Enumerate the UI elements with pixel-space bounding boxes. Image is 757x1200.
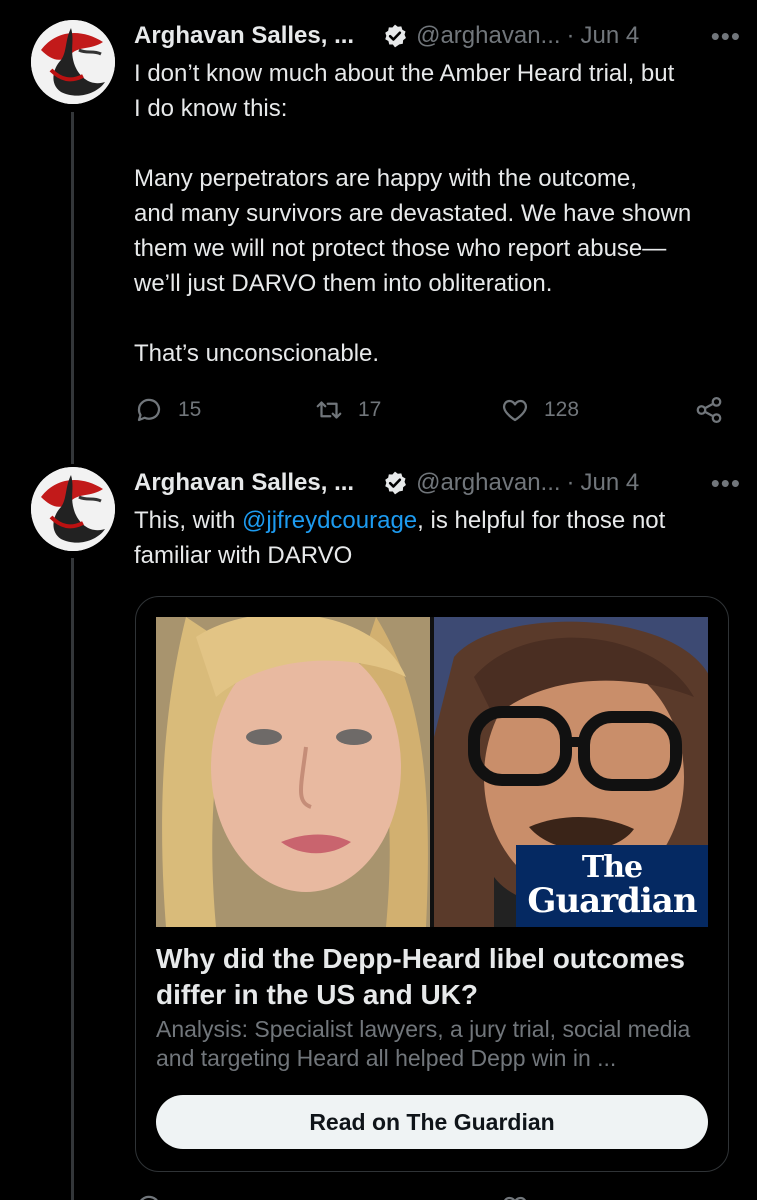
tweet-text-line: Many perpetrators are happy with the out… [134, 165, 637, 192]
article-image-right: The Guardian [434, 617, 708, 927]
article-image-left [156, 617, 430, 927]
brand-line: The [581, 850, 643, 885]
read-on-guardian-button[interactable]: Read on The Guardian [156, 1095, 708, 1149]
thread-line [71, 558, 74, 1200]
like-button[interactable] [500, 1192, 544, 1200]
tweet-text-line: I do know this: [134, 95, 288, 122]
tweet-date[interactable]: Jun 4 [581, 469, 640, 497]
guardian-logo: The Guardian [516, 845, 708, 927]
tweet-text-line: I don’t know much about the Amber Heard … [134, 60, 675, 87]
retweet-count: 17 [358, 398, 382, 421]
author-handle[interactable]: @arghavan... [416, 22, 560, 50]
tweet-date[interactable]: Jun 4 [581, 22, 640, 50]
tweet-text: This, with @jjfreydcourage, is helpful f… [134, 503, 743, 573]
tweet[interactable]: Arghavan Salles, ... @arghavan... · Jun … [134, 18, 743, 371]
author-name[interactable]: Arghavan Salles, ... [134, 469, 354, 497]
article-title[interactable]: Why did the Depp-Heard libel outcomes di… [156, 941, 708, 1013]
reply-icon [137, 398, 161, 422]
author-name[interactable]: Arghavan Salles, ... [134, 22, 354, 50]
tweet[interactable]: Arghavan Salles, ... @arghavan... · Jun … [134, 465, 743, 573]
tweet-text-line: and many survivors are devastated. We ha… [134, 200, 692, 227]
brand-line: Guardian [527, 881, 697, 921]
share-button[interactable] [694, 395, 738, 425]
tweet-text-line: them we will not protect those who repor… [134, 235, 667, 262]
avatar[interactable] [31, 20, 115, 104]
retweet-button[interactable]: 17 [314, 395, 381, 425]
tweet-text-segment: This, with [134, 507, 243, 534]
reply-icon [140, 1195, 158, 1200]
retweet-icon [316, 401, 342, 419]
tweet-text-line: familiar with DARVO [134, 542, 353, 569]
verified-badge-icon [385, 24, 407, 48]
tweet-text-segment: , is helpful for those not [417, 507, 666, 534]
separator: · [566, 22, 575, 49]
reply-count: 15 [178, 398, 202, 421]
separator: · [566, 469, 575, 496]
article-image[interactable]: The Guardian [156, 617, 708, 927]
like-button[interactable]: 128 [500, 395, 579, 425]
reply-button[interactable]: 15 [134, 395, 201, 425]
author-handle[interactable]: @arghavan... [416, 469, 560, 497]
mention-link[interactable]: @jjfreydcourage [242, 507, 417, 534]
tweet-text: I don’t know much about the Amber Heard … [134, 56, 743, 371]
tweet-actions [134, 1192, 727, 1200]
article-description: Analysis: Specialist lawyers, a jury tri… [156, 1016, 691, 1071]
reply-button[interactable] [134, 1192, 178, 1200]
like-count: 128 [544, 398, 580, 421]
share-icon [696, 397, 722, 423]
tweet-text-line: That’s unconscionable. [134, 340, 380, 367]
verified-badge-icon [385, 471, 407, 495]
more-icon[interactable]: ••• [711, 468, 741, 499]
tweet-text-line: we’ll just DARVO them into obliteration. [134, 270, 553, 297]
like-icon [504, 1196, 526, 1200]
thread-line [71, 112, 74, 464]
more-icon[interactable]: ••• [711, 21, 741, 52]
tweet-actions: 15 17 128 [134, 392, 727, 428]
like-icon [502, 399, 528, 422]
avatar[interactable] [31, 467, 115, 551]
link-card[interactable]: The Guardian Why did the Depp-Heard libe… [135, 596, 729, 1172]
